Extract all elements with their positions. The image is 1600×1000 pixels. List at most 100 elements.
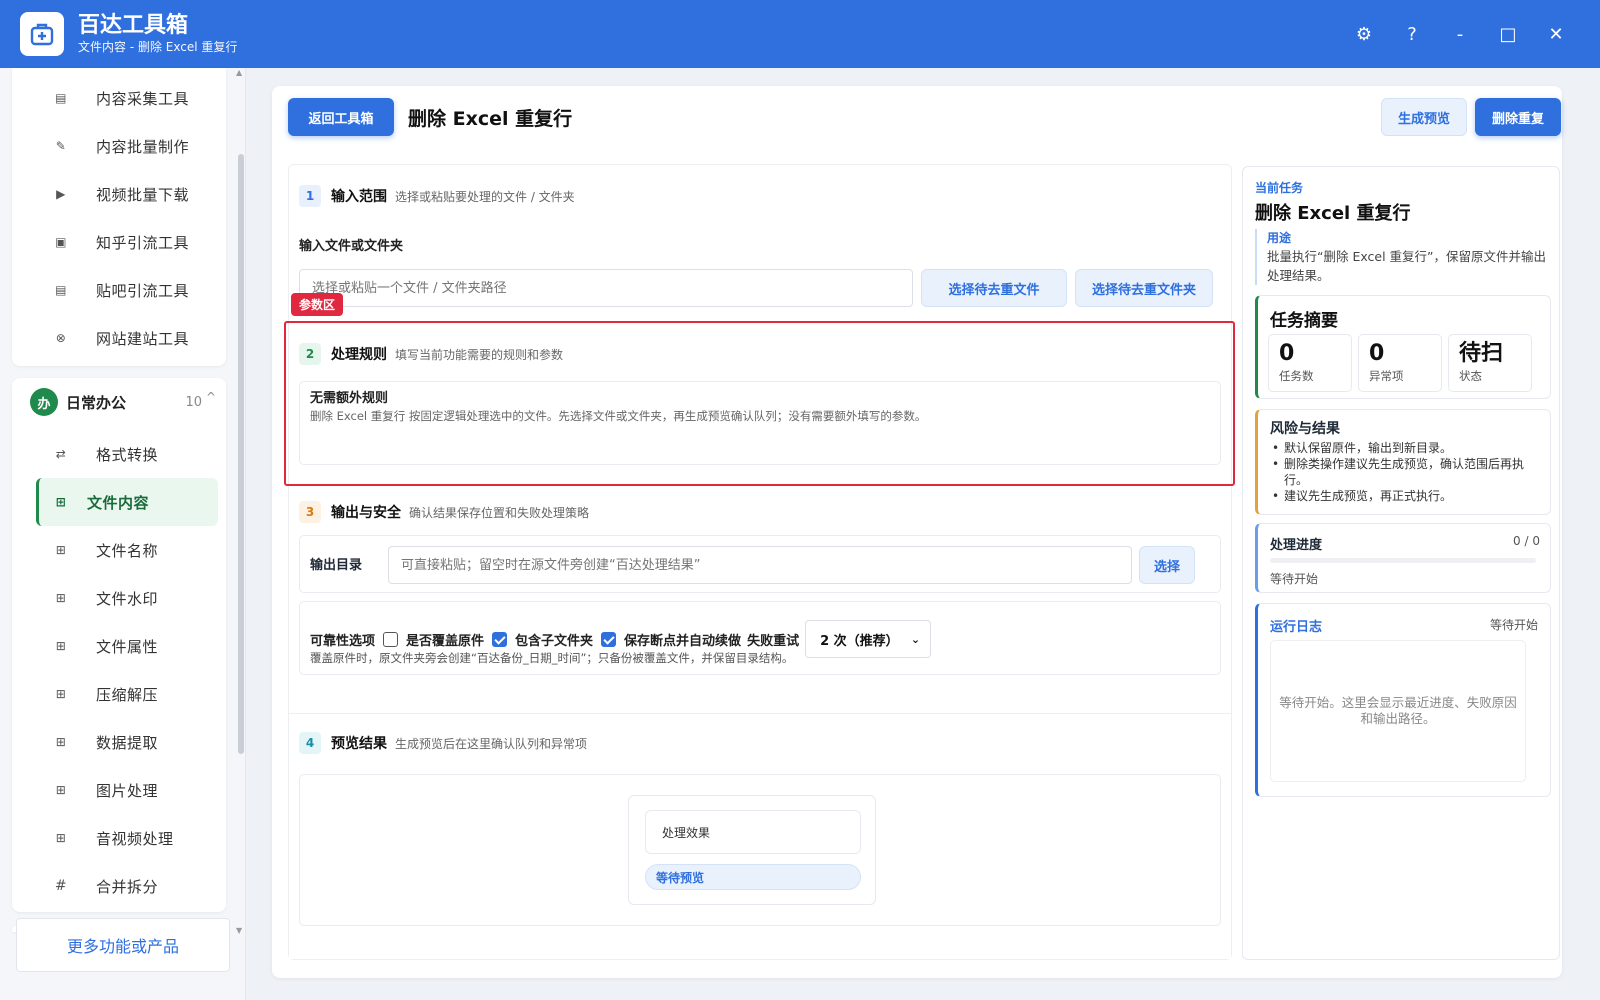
grid-icon: ⊞: [55, 783, 67, 797]
log-output: 等待开始。这里会显示最近进度、失败原因和输出路径。: [1270, 640, 1526, 782]
pick-file-button[interactable]: 选择待去重文件: [921, 269, 1067, 307]
progress-count: 0 / 0: [1513, 534, 1540, 548]
reliability-label: 可靠性选项: [310, 633, 376, 649]
risk-title: 风险与结果: [1270, 421, 1340, 437]
preview-area: 处理效果 等待预览: [299, 774, 1221, 926]
current-task-title: 删除 Excel 重复行: [1255, 203, 1411, 224]
retry-label: 失败重试: [747, 633, 800, 649]
retry-select[interactable]: 2 次（推荐） ⌄: [805, 620, 932, 658]
settings-gear-icon[interactable]: ⚙: [1340, 24, 1388, 45]
sidebar-item-video-download[interactable]: ▶ 视频批量下载: [12, 170, 226, 218]
input-field-label: 输入文件或文件夹: [299, 239, 404, 254]
usage-text: 批量执行“删除 Excel 重复行”，保留原文件并输出处理结果。: [1267, 249, 1547, 283]
maximize-button[interactable]: □: [1484, 24, 1532, 45]
back-to-toolbox-button[interactable]: 返回工具箱: [288, 98, 394, 136]
step-number: 4: [299, 732, 321, 754]
input-path-field[interactable]: [299, 269, 913, 307]
risk-list: 默认保留原件，输出到新目录。 删除类操作建议先生成预览，确认范围后再执行。 建议…: [1272, 440, 1542, 504]
tieba-icon: ▤: [55, 283, 67, 297]
grid-icon: ⊞: [55, 591, 67, 605]
sidebar-item-attributes[interactable]: ⊞ 文件属性: [12, 622, 226, 670]
group-count: 10: [185, 394, 202, 410]
edit-icon: ✎: [55, 139, 67, 153]
output-dir-label: 输出目录: [310, 558, 363, 573]
step-number: 2: [299, 343, 321, 365]
sidebar-item-image[interactable]: ⊞ 图片处理: [12, 766, 226, 814]
grid-icon: ⊞: [55, 543, 67, 557]
task-panel: 当前任务 删除 Excel 重复行 用途 批量执行“删除 Excel 重复行”，…: [1242, 166, 1560, 960]
title-bar: 百达工具箱 文件内容 - 删除 Excel 重复行 ⚙ ? - □ ✕: [0, 0, 1600, 68]
section-output: 3 输出与安全 确认结果保存位置和失败处理策略 输出目录 选择 可靠性选项 是否…: [289, 485, 1231, 705]
resume-label: 保存断点并自动续做: [624, 633, 742, 649]
sidebar-scrollbar[interactable]: [238, 154, 244, 754]
rules-info-box: 无需额外规则 删除 Excel 重复行 按固定逻辑处理选中的文件。先选择文件或文…: [299, 381, 1221, 465]
section-title: 预览结果: [331, 736, 387, 752]
app-logo-icon: [20, 12, 64, 56]
sidebar-item-file-name[interactable]: ⊞ 文件名称: [12, 526, 226, 574]
risk-card: 风险与结果 默认保留原件，输出到新目录。 删除类操作建议先生成预览，确认范围后再…: [1255, 409, 1551, 515]
grid-icon: ⊞: [55, 495, 67, 509]
sidebar-item-content-collect[interactable]: ▤ 内容采集工具: [12, 74, 226, 122]
sidebar-item-website[interactable]: ⊗ 网站建站工具: [12, 314, 226, 362]
more-products-button[interactable]: 更多功能或产品: [16, 918, 230, 972]
delete-duplicates-button[interactable]: 删除重复: [1475, 98, 1561, 136]
grid-icon: ⊞: [55, 687, 67, 701]
rules-box-text: 删除 Excel 重复行 按固定逻辑处理选中的文件。先选择文件或文件夹，再生成预…: [310, 409, 927, 423]
sidebar-item-av[interactable]: ⊞ 音视频处理: [12, 814, 226, 862]
summary-card: 任务摘要 0 任务数 0 异常项 待扫 状态: [1255, 295, 1551, 399]
output-dir-input[interactable]: [388, 546, 1132, 584]
scroll-up-icon[interactable]: ▲: [236, 68, 242, 77]
sidebar-item-batch-make[interactable]: ✎ 内容批量制作: [12, 122, 226, 170]
close-button[interactable]: ✕: [1532, 24, 1580, 45]
sidebar-item-compress[interactable]: ⊞ 压缩解压: [12, 670, 226, 718]
app-name: 百达工具箱: [78, 13, 189, 38]
log-state: 等待开始: [1489, 618, 1538, 632]
steps-container: 1 输入范围 选择或粘贴要处理的文件 / 文件夹 输入文件或文件夹 选择待去重文…: [288, 164, 1232, 960]
list-item: 默认保留原件，输出到新目录。: [1272, 440, 1542, 456]
preview-wait-badge: 等待预览: [645, 864, 861, 890]
step-number: 3: [299, 501, 321, 523]
sidebar-group-office[interactable]: 办 日常办公 10 ^: [12, 378, 226, 426]
sidebar-item-tieba[interactable]: ▤ 贴吧引流工具: [12, 266, 226, 314]
section-title: 输入范围: [331, 189, 387, 205]
generate-preview-button[interactable]: 生成预览: [1381, 98, 1467, 136]
section-desc: 填写当前功能需要的规则和参数: [395, 347, 564, 362]
preview-card: 处理效果 等待预览: [628, 795, 876, 905]
sidebar-item-format[interactable]: ⇄ 格式转换: [12, 430, 226, 478]
scroll-down-icon[interactable]: ▼: [236, 926, 242, 935]
stat-task-count: 0 任务数: [1268, 334, 1352, 392]
page-title: 删除 Excel 重复行: [408, 108, 573, 130]
sidebar-item-file-content[interactable]: ⊞ 文件内容: [36, 478, 218, 526]
group-badge: 办: [30, 388, 58, 416]
reliability-box: 可靠性选项 是否覆盖原件 包含子文件夹 保存断点并自动续做 失败重试 2 次（推…: [299, 601, 1221, 675]
usage-label: 用途: [1267, 231, 1292, 245]
sidebar-office-card: 办 日常办公 10 ^ ⇄ 格式转换 ⊞ 文件内容 ⊞ 文件名称 ⊞ 文件水印 …: [12, 378, 226, 912]
sidebar-item-merge-split[interactable]: # 合并拆分: [12, 862, 226, 910]
step-number: 1: [299, 185, 321, 207]
overwrite-checkbox[interactable]: [383, 631, 399, 647]
section-rules: 2 处理规则 填写当前功能需要的规则和参数 无需额外规则 删除 Excel 重复…: [289, 323, 1231, 473]
sidebar-item-zhihu[interactable]: ▣ 知乎引流工具: [12, 218, 226, 266]
preview-effect-label: 处理效果: [645, 810, 861, 854]
pick-folder-button[interactable]: 选择待去重文件夹: [1075, 269, 1213, 307]
chevron-up-icon[interactable]: ^: [206, 390, 216, 404]
summary-title: 任务摘要: [1270, 311, 1338, 331]
minimize-button[interactable]: -: [1436, 24, 1484, 45]
reliability-note: 覆盖原件时，原文件夹旁会创建“百达备份_日期_时间”；只备份被覆盖文件，并保留目…: [310, 651, 794, 665]
video-icon: ▶: [56, 187, 66, 201]
resume-checkbox[interactable]: [601, 631, 617, 647]
sidebar-item-extract[interactable]: ⊞ 数据提取: [12, 718, 226, 766]
section-title: 处理规则: [331, 347, 387, 363]
help-icon[interactable]: ?: [1388, 24, 1436, 45]
sidebar-item-watermark[interactable]: ⊞ 文件水印: [12, 574, 226, 622]
current-task-kicker: 当前任务: [1255, 181, 1304, 195]
section-desc: 生成预览后在这里确认队列和异常项: [395, 736, 588, 751]
output-dir-select-button[interactable]: 选择: [1139, 546, 1195, 584]
group-title: 日常办公: [66, 393, 127, 412]
sidebar: ▤ 内容采集工具 ✎ 内容批量制作 ▶ 视频批量下载 ▣ 知乎引流工具 ▤ 贴吧…: [0, 68, 246, 1000]
rules-box-title: 无需额外规则: [310, 391, 389, 406]
stat-status: 待扫 状态: [1448, 334, 1532, 392]
chevron-down-icon: ⌄: [910, 632, 921, 646]
subfolders-checkbox[interactable]: [492, 631, 508, 647]
retry-value: 2 次（推荐）: [820, 633, 899, 649]
